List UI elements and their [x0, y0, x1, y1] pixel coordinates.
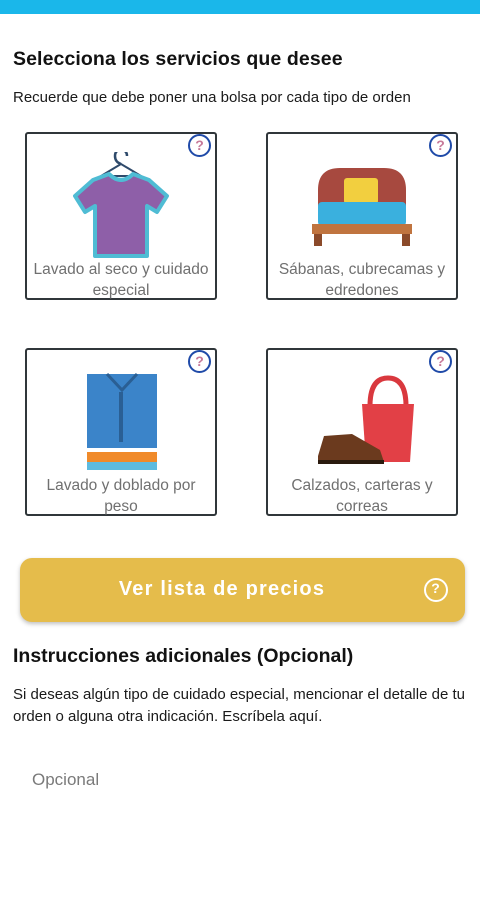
status-bar [0, 0, 480, 14]
bed-icon [312, 168, 412, 246]
instructions-input[interactable] [22, 760, 462, 800]
service-card-dry-clean[interactable]: Lavado al seco y cuidado especial [25, 132, 217, 300]
service-label: Lavado al seco y cuidado especial [33, 261, 209, 299]
instructions-description: Si deseas algún tipo de cuidado especial… [13, 686, 465, 725]
service-label: Calzados, carteras y correas [291, 477, 433, 515]
page-subtitle: Recuerde que debe poner una bolsa por ca… [13, 89, 411, 106]
page-title: Selecciona los servicios que desee [13, 48, 343, 70]
tshirt-hanger-icon [73, 152, 169, 258]
help-icon [424, 578, 448, 602]
folded-clothes-icon [87, 372, 157, 470]
service-card-bed-linen[interactable]: Sábanas, cubrecamas y edredones [266, 132, 458, 300]
service-label: Lavado y doblado por peso [46, 477, 196, 515]
price-list-label: Ver lista de precios [118, 578, 326, 600]
service-card-shoes-bags[interactable]: Calzados, carteras y correas [266, 348, 458, 516]
service-label: Sábanas, cubrecamas y edredones [278, 261, 446, 299]
shoe-handbag-icon [318, 375, 414, 464]
price-list-button[interactable]: Ver lista de precios [20, 558, 465, 622]
instructions-title: Instrucciones adicionales (Opcional) [13, 645, 354, 667]
service-card-wash-fold[interactable]: Lavado y doblado por peso [25, 348, 217, 516]
